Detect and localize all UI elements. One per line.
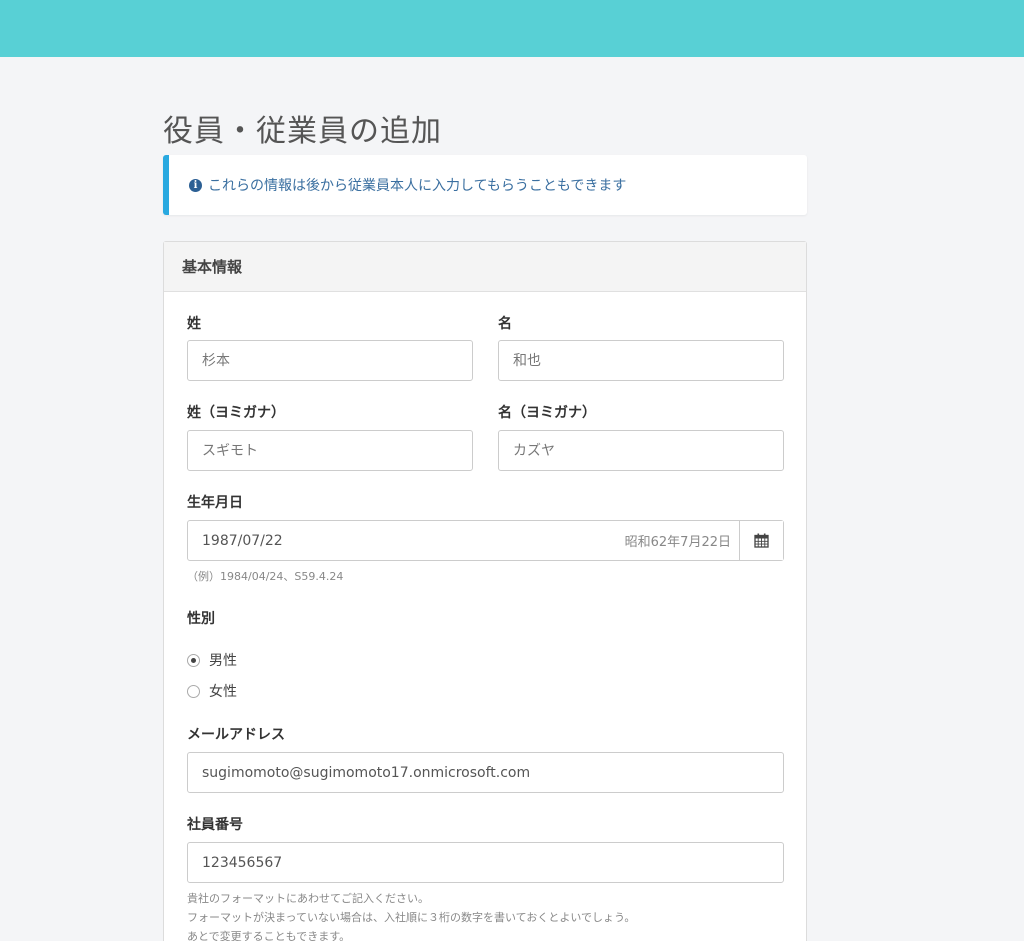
employee-number-hint-2: フォーマットが決まっていない場合は、入社順に３桁の数字を書いておくとよいでしょう…: [187, 911, 636, 924]
email-label: メールアドレス: [187, 727, 285, 743]
top-bar: [0, 0, 1024, 57]
gender-male-radio[interactable]: [187, 653, 200, 667]
birthday-era-text: 昭和62年7月22日: [624, 535, 731, 550]
employee-number-hint-3: あとで変更することもできます。: [187, 930, 351, 941]
birthday-input[interactable]: [188, 521, 625, 560]
notice-text: これらの情報は後から従業員本人に入力してもらうこともできます: [208, 178, 627, 194]
employee-number-label: 社員番号: [187, 817, 243, 833]
calendar-button[interactable]: [739, 521, 783, 560]
gender-female-label: 女性: [209, 684, 237, 700]
first-name-kana-label: 名（ヨミガナ）: [498, 405, 596, 421]
last-name-kana-label: 姓（ヨミガナ）: [187, 405, 285, 421]
first-name-label: 名: [498, 316, 512, 332]
gender-option-male[interactable]: 男性: [187, 650, 237, 670]
basic-info-panel: 基本情報 姓 名 姓（ヨミガナ） 名（ヨミガナ） 生年月日 昭和62年7月22日…: [163, 241, 807, 941]
last-name-input[interactable]: [187, 340, 473, 381]
employee-number-input[interactable]: [187, 842, 784, 883]
gender-option-female[interactable]: 女性: [187, 681, 237, 701]
gender-female-radio[interactable]: [187, 684, 200, 698]
calendar-icon: [754, 533, 769, 548]
birthday-label: 生年月日: [187, 495, 243, 511]
last-name-kana-input[interactable]: [187, 430, 473, 471]
email-input[interactable]: [187, 752, 784, 793]
info-circle-icon: i: [189, 178, 202, 192]
birthday-hint: （例）1984/04/24、S59.4.24: [187, 570, 344, 583]
first-name-kana-input[interactable]: [498, 430, 784, 471]
birthday-field: 昭和62年7月22日: [187, 520, 784, 561]
gender-male-label: 男性: [209, 653, 237, 669]
last-name-label: 姓: [187, 316, 201, 332]
first-name-input[interactable]: [498, 340, 784, 381]
employee-number-hint-1: 貴社のフォーマットにあわせてご記入ください。: [187, 892, 429, 905]
panel-heading: 基本情報: [164, 242, 806, 292]
info-notice: i これらの情報は後から従業員本人に入力してもらうこともできます: [163, 155, 807, 215]
page-title: 役員・従業員の追加: [163, 114, 442, 149]
gender-label: 性別: [187, 611, 215, 627]
